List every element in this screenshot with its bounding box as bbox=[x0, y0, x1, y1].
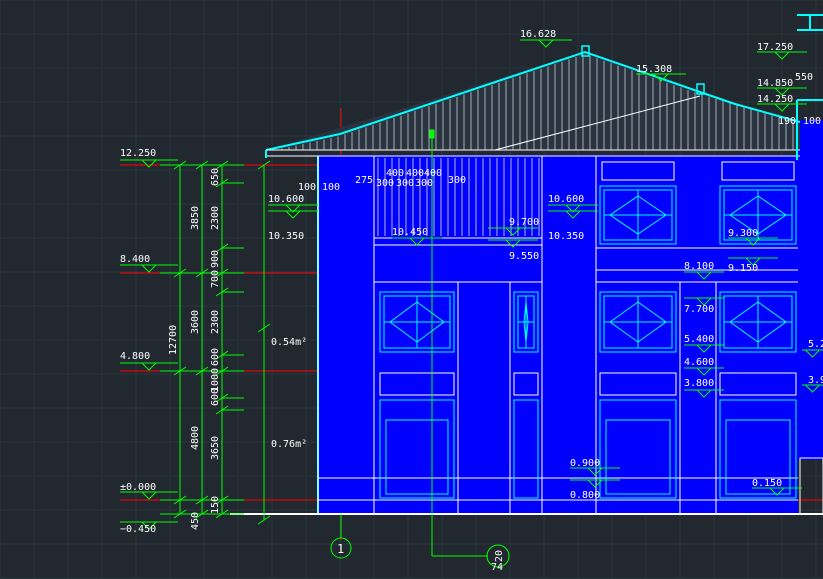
lbl-275: 275 bbox=[355, 175, 373, 186]
dim-total-label: 12700 bbox=[168, 325, 179, 355]
lbl-300a: 300 bbox=[376, 178, 394, 189]
dim-100-top: 100 bbox=[803, 116, 821, 127]
dim-part-600a: 600 bbox=[210, 348, 221, 366]
lbl-10450: 10.450 bbox=[392, 227, 428, 238]
lbl-10600-mid: 10.600 bbox=[548, 194, 584, 205]
lbl-100a: 100 bbox=[298, 182, 316, 193]
dim-part-650: 650 bbox=[210, 168, 221, 186]
lbl-5400: 5.400 bbox=[684, 334, 714, 345]
lbl-9700: 9.700 bbox=[509, 217, 539, 228]
axis-bubble-2-sub: 74 bbox=[491, 562, 503, 573]
lbl-100b: 100 bbox=[322, 182, 340, 193]
lbl-8100: 8.100 bbox=[684, 261, 714, 272]
level-label-4800: 4.800 bbox=[120, 351, 150, 362]
cad-drawing-canvas[interactable]: 12.250 8.400 4.800 ±0.000 −0.450 12700 3… bbox=[0, 0, 823, 579]
lbl-300b: 300 bbox=[396, 178, 414, 189]
level-14850: 14.850 bbox=[757, 78, 793, 89]
axis-bubble-1-label: 1 bbox=[337, 542, 344, 556]
lbl-4600: 4.600 bbox=[684, 357, 714, 368]
dim-part-150: 150 bbox=[210, 496, 221, 514]
facade-fill-right bbox=[797, 120, 823, 460]
lbl-0800: 0.800 bbox=[570, 490, 600, 501]
level-14250: 14.250 bbox=[757, 94, 793, 105]
level-label-8400: 8.400 bbox=[120, 254, 150, 265]
dim-190: 190 bbox=[778, 116, 796, 127]
dim-part-2300a: 2300 bbox=[210, 206, 221, 230]
lbl-area-054: 0.54m² bbox=[271, 337, 307, 348]
dim-part-600b: 600 bbox=[210, 388, 221, 406]
lbl-3-9: 3.9 bbox=[808, 375, 823, 386]
lbl-5-2: 5.2 bbox=[808, 339, 823, 350]
level-label-0000: ±0.000 bbox=[120, 482, 156, 493]
level-17250: 17.250 bbox=[757, 42, 793, 53]
level-label-12250: 12.250 bbox=[120, 148, 156, 159]
lbl-10350-mid: 10.350 bbox=[548, 231, 584, 242]
level-16628: 16.628 bbox=[520, 29, 556, 40]
left-level-labels: 12.250 8.400 4.800 ±0.000 −0.450 bbox=[120, 148, 156, 535]
stair-base-right bbox=[799, 457, 823, 515]
dim-part-900: 900 bbox=[210, 250, 221, 268]
level-15308: 15.308 bbox=[636, 64, 672, 75]
dim-floor-4800: 4800 bbox=[190, 426, 201, 450]
lbl-10350-left: 10.350 bbox=[268, 231, 304, 242]
lbl-9300: 9.300 bbox=[728, 228, 758, 239]
dim-floor-450: 450 bbox=[190, 512, 201, 530]
lbl-9550: 9.550 bbox=[509, 251, 539, 262]
lbl-0150: 0.150 bbox=[752, 478, 782, 489]
axis-bubble-2-label: 20 bbox=[494, 550, 505, 562]
lbl-area-076: 0.76m² bbox=[271, 439, 307, 450]
dim-floor-3600: 3600 bbox=[190, 310, 201, 334]
dim-part-2300b: 2300 bbox=[210, 310, 221, 334]
lbl-0900: 0.900 bbox=[570, 458, 600, 469]
lbl-300c: 300 bbox=[415, 178, 433, 189]
lbl-9150: 9.150 bbox=[728, 263, 758, 274]
lbl-3800: 3.800 bbox=[684, 378, 714, 389]
lbl-300d: 300 bbox=[448, 175, 466, 186]
lbl-10600-left: 10.600 bbox=[268, 194, 304, 205]
dim-floor-3850: 3850 bbox=[190, 206, 201, 230]
dim-part-3650: 3650 bbox=[210, 436, 221, 460]
lbl-7700: 7.700 bbox=[684, 304, 714, 315]
dim-part-700: 700 bbox=[210, 270, 221, 288]
level-label-m0450: −0.450 bbox=[120, 524, 156, 535]
dim-550: 550 bbox=[795, 72, 813, 83]
